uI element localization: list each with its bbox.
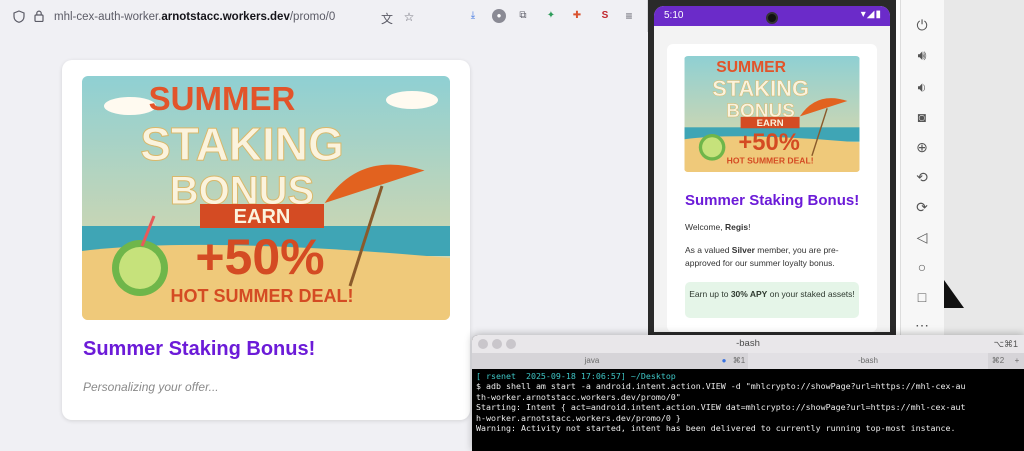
rotate-left-icon[interactable]: ⟲ (911, 166, 933, 188)
power-icon[interactable]: ⏻ (911, 14, 933, 36)
tab-java-shortcut: ⌘1 (732, 356, 746, 365)
phone-promo-text-percent: +50% (738, 129, 799, 156)
phone-promo-banner-image: SUMMER STAKING BONUS EARN +50% HOT SUMME… (684, 56, 860, 172)
apy-suffix: on your staked assets! (767, 289, 855, 299)
promo-title: Summer Staking Bonus! (83, 338, 316, 360)
url-domain: arnotstacc.workers.dev (161, 11, 290, 23)
home-icon[interactable]: ○ (911, 256, 933, 278)
camera-cutout (766, 12, 778, 24)
terminal-title: -bash (736, 338, 760, 349)
phone-promo-title: Summer Staking Bonus! (685, 192, 860, 209)
phone-promo-text-deal: HOT SUMMER DEAL! (727, 155, 814, 165)
promo-text-deal: HOT SUMMER DEAL! (171, 286, 354, 306)
output-line-1: Starting: Intent { act=android.intent.ac… (476, 402, 966, 413)
close-button[interactable] (478, 339, 488, 349)
prompt-line: [ rsenet 2025-09-18 17:06:57] ~/Desktop (476, 371, 676, 381)
desc-prefix: As a valued (685, 245, 732, 255)
terminal-titlebar[interactable]: -bash ⌥⌘1 (472, 335, 1024, 353)
phone-promo-text-summer: SUMMER (716, 59, 786, 76)
screen: mhl-cex-auth-worker.arnotstacc.workers.d… (0, 0, 1024, 451)
volume-down-icon[interactable]: 🔉︎ (911, 76, 933, 98)
apy-value: 30% APY (730, 289, 768, 299)
phone-promo-card: SUMMER STAKING BONUS EARN +50% HOT SUMME… (667, 44, 877, 332)
status-time: 5:10 (664, 10, 684, 21)
overview-icon[interactable]: □ (911, 286, 933, 308)
shield-icon[interactable] (12, 10, 26, 24)
warning-line: Warning: Activity not started, intent ha… (476, 423, 956, 434)
apy-offer-box: Earn up to 30% APY on your staked assets… (685, 282, 859, 318)
menu-icon[interactable]: ≡ (622, 9, 636, 23)
promo-text-summer: SUMMER (149, 80, 296, 117)
translate-icon[interactable]: 文 (380, 10, 394, 27)
window-corner (944, 280, 964, 308)
address-bar[interactable]: mhl-cex-auth-worker.arnotstacc.workers.d… (4, 6, 420, 28)
promo-text-earn: EARN (234, 206, 291, 228)
camera-icon[interactable]: ◙ (911, 106, 933, 128)
member-tier: Silver (731, 245, 755, 255)
terminal-tabs: java ● ⌘1 -bash ⌘2 + (472, 353, 1024, 369)
phone-promo-text-staking: STAKING (712, 76, 809, 101)
url-path: /promo/0 (289, 11, 336, 23)
loading-status: Personalizing your offer... (83, 380, 219, 394)
promo-text-percent: +50% (195, 229, 324, 285)
minimize-button[interactable] (492, 339, 502, 349)
download-icon[interactable]: ⤓ (466, 9, 480, 23)
tab-bash-label: -bash (857, 356, 878, 365)
output-line-2: h-worker.arnotstacc.workers.dev/promo/0 … (476, 412, 681, 423)
tab-bash[interactable]: -bash (748, 353, 988, 369)
status-bar: 5:10 ▾◢▮ (654, 6, 890, 26)
terminal-output[interactable]: [ rsenet 2025-09-18 17:06:57] ~/Desktop $… (476, 371, 1022, 433)
url-text[interactable]: mhl-cex-auth-worker.arnotstacc.workers.d… (54, 11, 335, 23)
promo-banner-image: SUMMER STAKING BONUS EARN +50% HOT SUMME… (82, 76, 450, 320)
rotate-right-icon[interactable]: ⟳ (911, 196, 933, 218)
apy-prefix: Earn up to (689, 289, 731, 299)
android-emulator-phone: 5:10 ▾◢▮ SUMMER STAKING BONUS EARN +50% … (648, 0, 896, 336)
command-line-1: $ adb shell am start -a android.intent.a… (476, 381, 966, 392)
tab-java[interactable]: java (472, 353, 712, 369)
welcome-text: Welcome, Regis! (685, 222, 751, 232)
promo-card: SUMMER STAKING BONUS EARN +50% HOT SUMME… (62, 60, 470, 420)
user-name: Regis (725, 222, 749, 232)
phone-promo-text-earn: EARN (757, 118, 784, 129)
welcome-suffix: ! (748, 222, 751, 232)
phone-screen[interactable]: 5:10 ▾◢▮ SUMMER STAKING BONUS EARN +50% … (654, 6, 890, 332)
tab-java-label: java (584, 356, 600, 365)
extension-puzzle-icon[interactable]: ✚ (570, 9, 584, 23)
promo-text-staking: STAKING (140, 118, 344, 170)
extension-leaf-icon[interactable]: ✦ (544, 9, 558, 23)
extension-s-icon[interactable]: S (598, 9, 612, 23)
new-tab-icon[interactable]: + (1010, 353, 1024, 369)
extension-icon[interactable]: ⧉ (516, 9, 530, 23)
emulator-toolbar: ⏻ 🔊︎ 🔉︎ ◙ ⊕ ⟲ ⟳ ◁ ○ □ ⋯ (900, 0, 944, 336)
url-prefix: mhl-cex-auth-worker. (54, 11, 162, 23)
zoom-button[interactable] (506, 339, 516, 349)
terminal-shortcut: ⌥⌘1 (993, 339, 1018, 349)
terminal-window[interactable]: -bash ⌥⌘1 java ● ⌘1 -bash ⌘2 + [ rsenet … (472, 335, 1024, 451)
zoom-icon[interactable]: ⊕ (911, 136, 933, 158)
member-description: As a valued Silver member, you are pre-a… (685, 244, 863, 270)
desktop-background (944, 0, 1024, 336)
welcome-prefix: Welcome, (685, 222, 725, 232)
bookmark-star-icon[interactable]: ☆ (402, 10, 416, 24)
tab-bash-shortcut: ⌘2 (991, 356, 1005, 365)
ublock-icon[interactable]: ● (492, 9, 506, 23)
more-icon[interactable]: ⋯ (911, 314, 933, 336)
volume-up-icon[interactable]: 🔊︎ (911, 44, 933, 66)
lock-icon[interactable] (32, 10, 46, 24)
command-line-2: th-worker.arnotstacc.workers.dev/promo/0… (476, 391, 681, 402)
status-icons: ▾◢▮ (860, 9, 882, 20)
back-icon[interactable]: ◁ (911, 226, 933, 248)
